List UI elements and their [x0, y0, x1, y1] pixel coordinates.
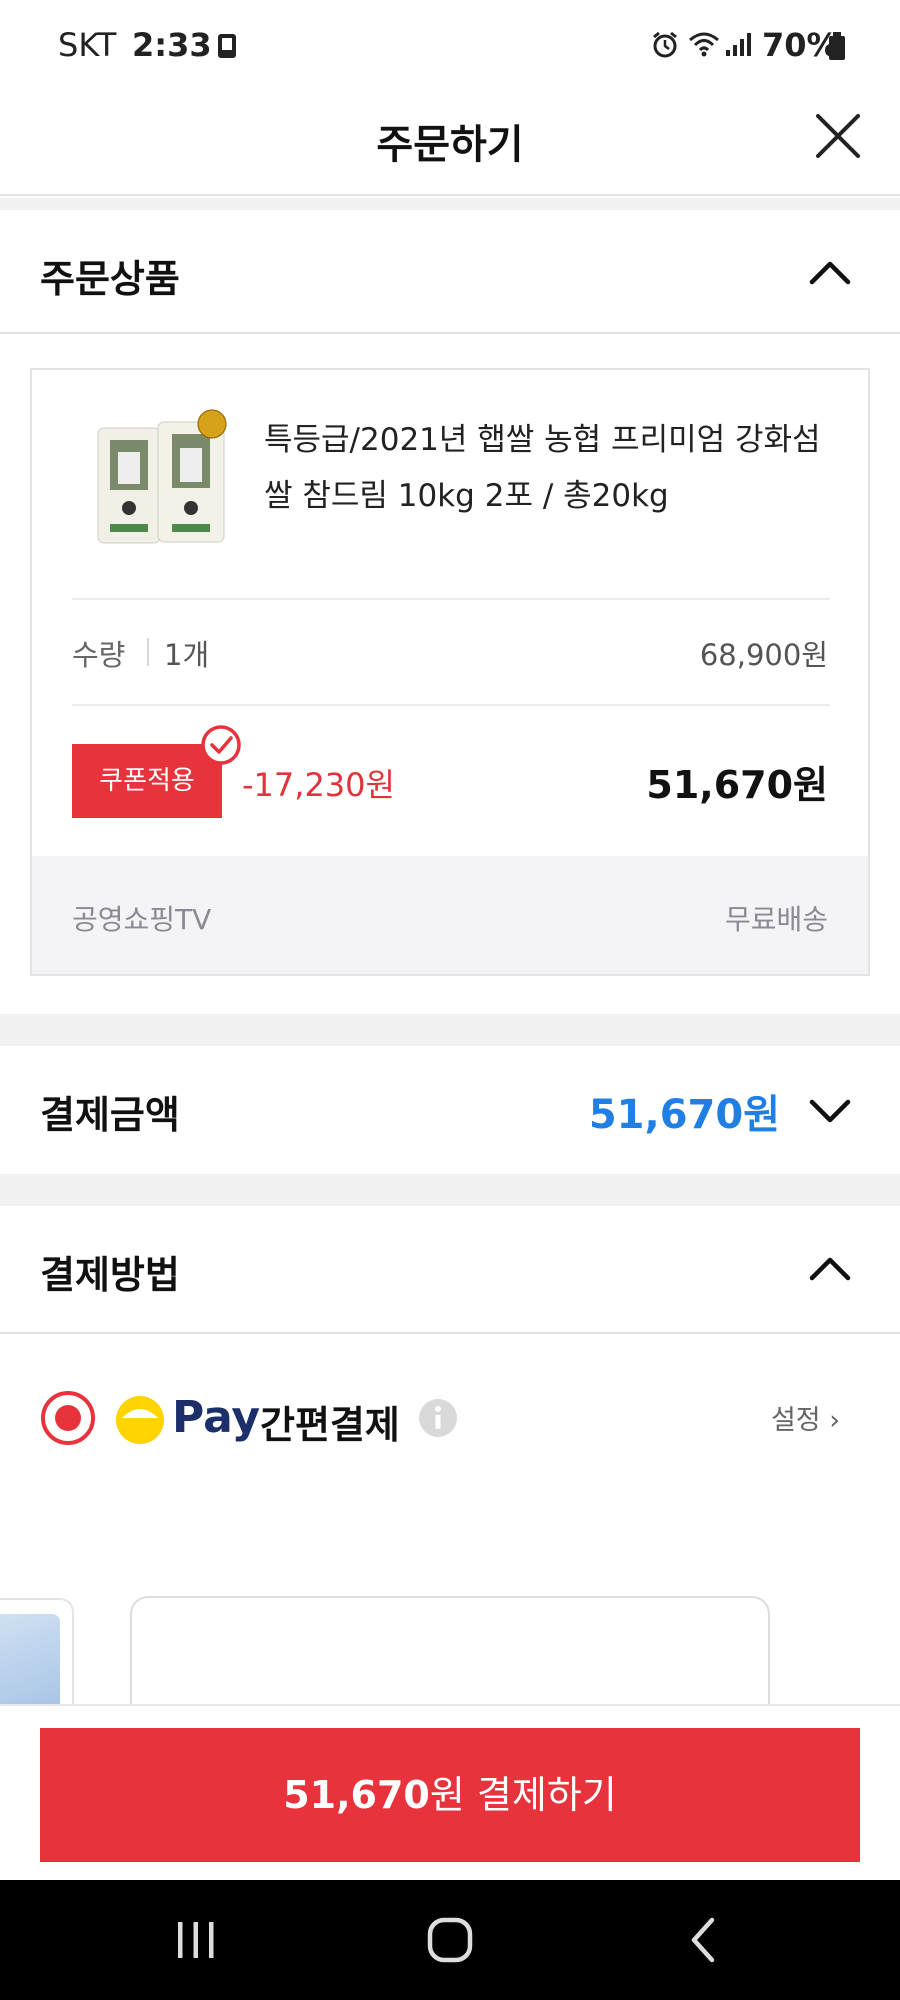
bottom-action-bar: 51,670원 결제하기 — [0, 1704, 900, 1880]
pay-button-label: 원 결제하기 — [429, 1773, 617, 1817]
recent-apps-icon[interactable] — [166, 1910, 226, 1970]
payment-card-prev[interactable] — [0, 1598, 74, 1718]
battery-icon — [829, 32, 845, 60]
page-title: 주문하기 — [376, 122, 524, 168]
divider — [72, 704, 830, 706]
radio-selected-icon[interactable] — [40, 1390, 96, 1446]
chevron-down-icon[interactable] — [808, 1098, 852, 1124]
section-gap — [0, 1014, 900, 1046]
order-items-title: 주문상품 — [40, 257, 180, 301]
chevron-up-icon[interactable] — [808, 260, 852, 286]
check-circle-icon — [201, 725, 241, 765]
quantity-value: 1개 — [164, 638, 210, 672]
back-icon[interactable] — [674, 1910, 734, 1970]
page-header: 주문하기 — [0, 90, 900, 196]
product-card: 특등급/2021년 햅쌀 농협 프리미엄 강화섬쌀 참드림 10kg 2포 / … — [30, 368, 870, 976]
order-items-header[interactable]: 주문상품 — [0, 210, 900, 334]
pay-brand-text: Pay — [172, 1392, 261, 1443]
close-icon[interactable] — [812, 110, 864, 162]
pay-settings-link[interactable]: 설정 › — [771, 1398, 840, 1437]
original-price: 68,900원 — [699, 638, 828, 672]
wifi-icon — [689, 32, 719, 57]
card-image — [0, 1614, 60, 1716]
seller-name: 공영쇼핑TV — [72, 903, 212, 936]
coupon-discount: -17,230원 — [242, 766, 395, 804]
clock: 2:33 — [132, 26, 212, 64]
status-bar: SKT 2:33 70% — [0, 0, 900, 90]
chevron-up-icon[interactable] — [808, 1256, 852, 1282]
pay-button-amount: 51,670 — [283, 1773, 430, 1817]
system-nav-bar — [0, 1880, 900, 2000]
alarm-icon — [653, 31, 677, 58]
phone-notification-icon — [218, 34, 236, 58]
signal-icon — [726, 33, 751, 56]
shipping-info: 무료배송 — [724, 903, 828, 936]
divider — [72, 598, 830, 600]
section-gap — [0, 198, 900, 210]
payment-method-header[interactable]: 결제방법 — [0, 1206, 900, 1334]
pay-button[interactable]: 51,670원 결제하기 — [40, 1728, 860, 1862]
section-gap — [0, 1174, 900, 1206]
info-icon[interactable] — [418, 1398, 458, 1438]
product-final-price: 51,670원 — [646, 763, 828, 807]
payment-amount-title: 결제금액 — [40, 1093, 180, 1137]
product-card-footer: 공영쇼핑TV 무료배송 — [32, 856, 868, 974]
pay-logo-icon — [116, 1396, 164, 1444]
payment-method-title: 결제방법 — [40, 1253, 180, 1297]
separator — [147, 638, 149, 666]
product-name[interactable]: 특등급/2021년 햅쌀 농협 프리미엄 강화섬쌀 참드림 10kg 2포 / … — [264, 412, 844, 524]
product-thumbnail[interactable] — [88, 408, 238, 553]
payment-amount-value: 51,670원 — [588, 1092, 780, 1138]
easy-pay-label[interactable]: 간편결제 — [260, 1394, 400, 1449]
home-icon[interactable] — [420, 1910, 480, 1970]
quantity-label: 수량 — [72, 638, 126, 672]
carrier-label: SKT — [58, 26, 117, 64]
